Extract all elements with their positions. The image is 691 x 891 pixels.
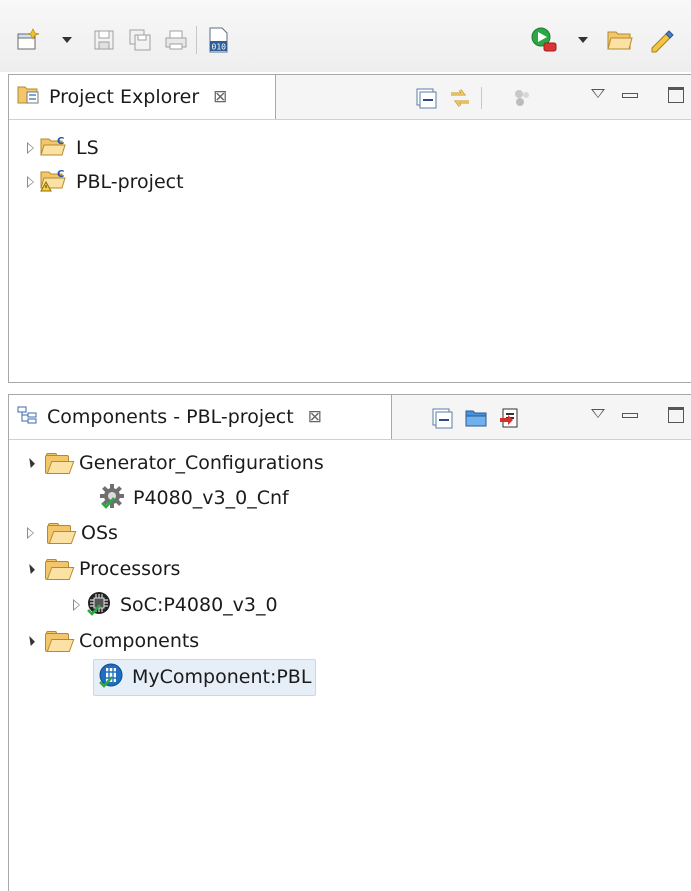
components-view-icon <box>17 405 39 429</box>
tree-item-p4080-cnf[interactable]: P4080_v3_0_Cnf <box>99 482 289 514</box>
tree-item-label: SoC:P4080_v3_0 <box>120 594 278 616</box>
component-icon <box>98 662 124 693</box>
expand-icon[interactable] <box>73 599 80 611</box>
open-folder-icon[interactable] <box>606 26 634 54</box>
save-all-icon[interactable] <box>126 26 154 54</box>
close-icon[interactable]: ⊠ <box>308 407 322 427</box>
tab-components[interactable]: Components - PBL-project ⊠ <box>9 395 392 439</box>
tree-item-components[interactable]: Components <box>25 625 200 657</box>
maximize-icon[interactable] <box>668 407 684 423</box>
tree-item-soc[interactable]: SoC:P4080_v3_0 <box>73 589 278 621</box>
maximize-icon[interactable] <box>668 87 684 103</box>
project-explorer-icon <box>17 84 41 110</box>
tree-item-label: OSs <box>81 522 118 544</box>
c-project-folder-warning-icon: C <box>40 168 68 197</box>
tree-item-label: Components <box>79 630 200 652</box>
tree-item-oss[interactable]: OSs <box>27 517 118 549</box>
blue-folder-icon[interactable] <box>463 405 489 431</box>
components-title: Components - PBL-project <box>47 406 294 428</box>
tree-item-pbl-project[interactable]: C PBL-project <box>27 166 184 198</box>
new-wizard-icon[interactable] <box>14 26 42 54</box>
collapse-all-icon[interactable] <box>429 405 455 431</box>
toolbar-separator <box>196 26 197 54</box>
minimize-icon[interactable] <box>622 413 638 418</box>
tree-item-processors[interactable]: Processors <box>25 553 181 585</box>
components-view: Components - PBL-project ⊠ Generator_Con… <box>8 394 691 891</box>
new-dropdown-arrow-icon[interactable] <box>62 37 72 43</box>
print-icon[interactable] <box>162 26 190 54</box>
header-separator <box>481 87 482 109</box>
tab-project-explorer[interactable]: Project Explorer ⊠ <box>9 75 276 119</box>
project-explorer-title: Project Explorer <box>49 86 200 108</box>
project-explorer-header: Project Explorer ⊠ <box>9 75 691 120</box>
gear-icon <box>99 483 125 514</box>
filter-icon[interactable] <box>509 85 535 111</box>
tree-item-label: P4080_v3_0_Cnf <box>133 487 289 509</box>
close-icon[interactable]: ⊠ <box>213 87 227 107</box>
components-header: Components - PBL-project ⊠ <box>9 395 691 440</box>
run-dropdown-arrow-icon[interactable] <box>578 37 588 43</box>
save-icon[interactable] <box>90 26 118 54</box>
collapse-icon[interactable] <box>25 458 35 468</box>
collapse-icon[interactable] <box>25 564 35 574</box>
minimize-icon[interactable] <box>622 93 638 98</box>
tree-item-label: Generator_Configurations <box>79 452 324 474</box>
tree-item-label: LS <box>76 137 99 159</box>
svg-text:010: 010 <box>212 43 227 52</box>
svg-text:C: C <box>57 169 64 180</box>
import-icon[interactable] <box>497 405 523 431</box>
collapse-icon[interactable] <box>25 636 35 646</box>
tree-item-label: PBL-project <box>76 171 184 193</box>
selection-highlight[interactable]: MyComponent:PBL <box>93 658 317 696</box>
folder-icon <box>45 559 75 580</box>
expand-icon[interactable] <box>27 176 34 188</box>
main-toolbar: 010 <box>0 0 691 72</box>
chip-icon <box>86 590 112 621</box>
folder-icon <box>45 453 75 474</box>
expand-icon[interactable] <box>27 142 34 154</box>
tree-item-ls[interactable]: C LS <box>27 132 99 164</box>
tree-item-my-component[interactable]: MyComponent:PBL <box>93 658 317 696</box>
collapse-all-icon[interactable] <box>413 85 439 111</box>
link-with-editor-icon[interactable] <box>447 85 473 111</box>
tree-item-generator-configurations[interactable]: Generator_Configurations <box>25 447 324 479</box>
binary-file-icon[interactable]: 010 <box>204 26 232 54</box>
folder-icon <box>45 631 75 652</box>
pen-icon[interactable] <box>646 26 674 54</box>
view-menu-icon[interactable] <box>591 89 605 98</box>
c-project-folder-icon: C <box>40 135 68 162</box>
tree-item-label: MyComponent:PBL <box>132 666 312 688</box>
expand-icon[interactable] <box>27 527 34 539</box>
project-explorer-view: Project Explorer ⊠ C LS C PBL-project <box>8 74 691 383</box>
svg-text:C: C <box>57 136 64 147</box>
run-debug-icon[interactable] <box>530 26 558 54</box>
view-menu-icon[interactable] <box>591 409 605 418</box>
tree-item-label: Processors <box>79 558 181 580</box>
folder-icon <box>47 523 77 544</box>
